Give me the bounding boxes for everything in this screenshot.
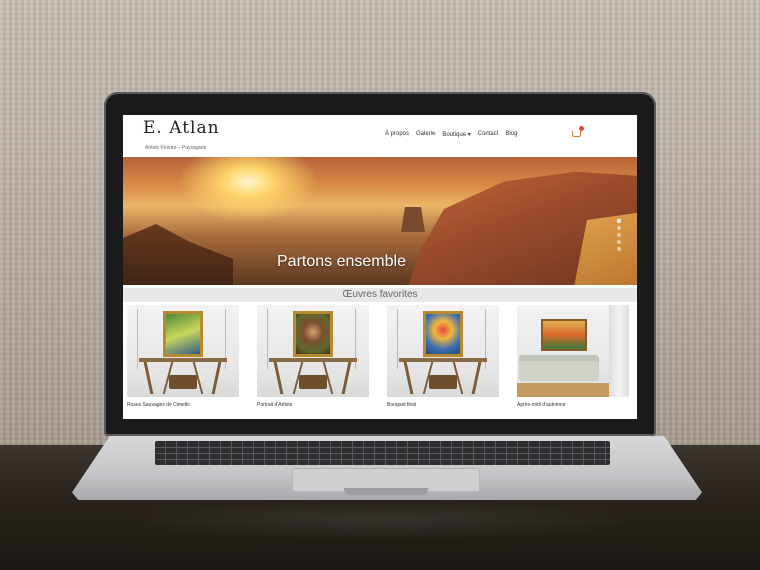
basket — [299, 375, 327, 389]
table-leg — [143, 362, 154, 394]
hero-title: Partons ensemble — [277, 253, 406, 270]
artwork-image[interactable] — [163, 311, 203, 357]
curtain — [609, 305, 629, 397]
laptop-notch — [344, 488, 428, 495]
desk-reflection — [120, 500, 640, 540]
laptop-screen: E. Atlan Artiste Peintre – Paysagiste À … — [123, 115, 637, 419]
hero-mesa — [401, 207, 425, 232]
slider-dot[interactable] — [617, 240, 621, 244]
nav-item-galerie[interactable]: Galerie — [416, 131, 435, 138]
cart-badge — [579, 126, 584, 131]
artwork-room — [387, 305, 499, 397]
decor-branch — [397, 309, 398, 369]
table-leg — [211, 362, 222, 394]
artwork-room — [127, 305, 239, 397]
artwork-caption[interactable]: Portrait d'Artiste — [257, 402, 292, 408]
slider-dot[interactable] — [617, 219, 621, 223]
artwork-image[interactable] — [423, 311, 463, 357]
artwork-room — [517, 305, 629, 397]
table-leg — [273, 362, 284, 394]
artwork-card[interactable]: Roses Sauvages de Cimello — [127, 305, 239, 417]
table-leg — [403, 362, 414, 394]
favorites-title: Œuvres favorites — [342, 289, 418, 300]
nav-item-blog[interactable]: Blog — [505, 131, 517, 138]
artwork-card[interactable]: Portrait d'Artiste — [257, 305, 369, 417]
site-header: E. Atlan Artiste Peintre – Paysagiste À … — [123, 115, 637, 157]
cart-icon[interactable] — [572, 131, 581, 137]
artwork-image[interactable] — [541, 319, 587, 351]
artwork-image[interactable] — [293, 311, 333, 357]
sofa — [519, 361, 599, 381]
keyboard-row-divider — [155, 453, 610, 454]
hero-slider: Partons ensemble — [123, 157, 637, 285]
main-nav: À propos Galerie Boutique ▾ Contact Blog — [385, 131, 517, 138]
nav-item-contact[interactable]: Contact — [478, 131, 499, 138]
artwork-card[interactable]: Après-midi d'automne — [517, 305, 629, 417]
slider-dots — [617, 219, 621, 251]
decor-branch — [267, 309, 268, 369]
slider-dot[interactable] — [617, 226, 621, 230]
table-leg — [471, 362, 482, 394]
keyboard-row-divider — [155, 447, 610, 448]
table-top — [139, 358, 227, 362]
table-top — [399, 358, 487, 362]
table-top — [269, 358, 357, 362]
basket — [169, 375, 197, 389]
nav-item-boutique[interactable]: Boutique ▾ — [442, 131, 470, 138]
hero-brush — [123, 224, 233, 285]
nav-item-a-propos[interactable]: À propos — [385, 131, 409, 138]
artwork-caption[interactable]: Après-midi d'automne — [517, 402, 565, 408]
basket — [429, 375, 457, 389]
artwork-caption[interactable]: Bouquet final — [387, 402, 416, 408]
artwork-card[interactable]: Bouquet final — [387, 305, 499, 417]
decor-branch — [137, 309, 138, 369]
artwork-room — [257, 305, 369, 397]
site-tagline: Artiste Peintre – Paysagiste — [145, 145, 207, 151]
site-logo[interactable]: E. Atlan — [143, 118, 220, 138]
keyboard-row-divider — [155, 459, 610, 460]
artwork-caption[interactable]: Roses Sauvages de Cimello — [127, 402, 190, 408]
slider-dot[interactable] — [617, 247, 621, 251]
slider-dot[interactable] — [617, 233, 621, 237]
table-leg — [341, 362, 352, 394]
